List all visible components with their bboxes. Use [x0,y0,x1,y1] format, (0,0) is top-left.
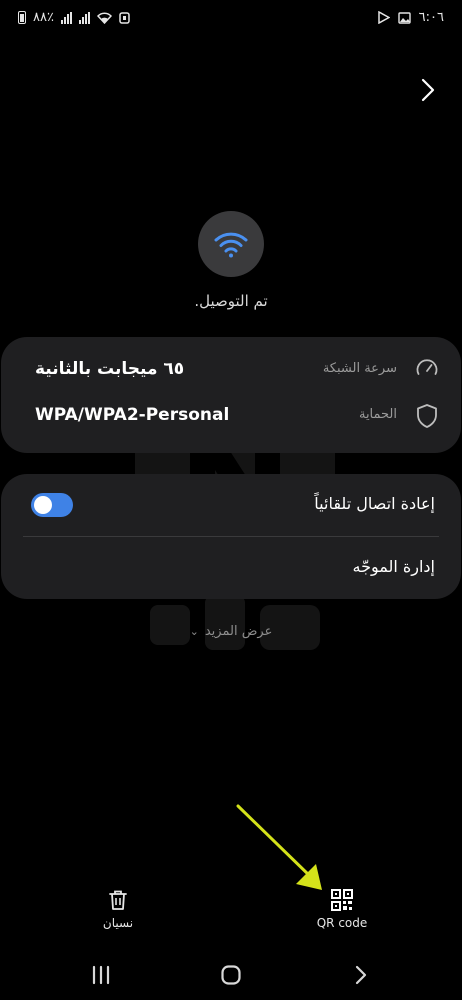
gallery-icon [397,11,411,24]
status-right: ٦:٠٦ [377,10,444,25]
speed-row: ٦٥ ميجابت بالثانية سرعة الشبكة [1,347,461,393]
security-row: WPA/WPA2-Personal الحماية [1,393,461,439]
status-bar: ٨٨٪ ٦:٠٦ [0,0,462,36]
battery-percentage: ٨٨٪ [33,10,54,25]
chevron-right-icon[interactable] [416,76,440,104]
wifi-status-icon [96,11,112,24]
trash-icon [106,888,130,912]
back-icon[interactable] [346,962,376,988]
home-icon[interactable] [216,962,246,988]
wifi-icon [198,211,264,277]
manage-router-label: إدارة الموجّه [352,557,435,576]
signal-icon [60,11,72,24]
speedometer-icon [415,357,439,383]
alarm-icon [119,12,130,24]
shield-icon [415,403,439,429]
security-value: WPA/WPA2-Personal [35,405,230,425]
qr-code-label: QR code [316,916,368,930]
recents-icon[interactable] [86,962,116,988]
chevron-down-icon: ⌄ [189,625,199,638]
show-more-button[interactable]: عرض المزيد ⌄ [0,624,462,639]
forget-label: نسيان [102,916,134,930]
forget-button[interactable]: نسيان [73,888,163,940]
auto-reconnect-row[interactable]: إعادة اتصال تلقائياً [1,474,461,536]
network-info-card: ٦٥ ميجابت بالثانية سرعة الشبكة WPA/WPA2-… [1,337,461,453]
security-label: الحماية [358,407,397,422]
status-left: ٨٨٪ [18,10,130,25]
show-more-label: عرض المزيد [204,624,273,639]
auto-reconnect-label: إعادة اتصال تلقائياً [314,494,435,513]
navigation-bar [0,950,462,1000]
speed-label: سرعة الشبكة [322,361,397,376]
battery-icon [18,11,26,24]
manage-router-row[interactable]: إدارة الموجّه [1,537,461,599]
connection-status: تم التوصيل. [194,292,268,310]
qr-code-button[interactable]: QR code [297,888,387,940]
clock: ٦:٠٦ [418,10,444,25]
network-settings-card: إعادة اتصال تلقائياً إدارة الموجّه [1,474,461,599]
toggle-knob [34,496,52,514]
auto-reconnect-toggle[interactable] [31,493,73,517]
signal-icon-2 [78,11,90,24]
speed-value: ٦٥ ميجابت بالثانية [35,359,185,379]
annotation-arrow [236,804,322,890]
qr-code-icon [330,888,354,912]
play-store-icon [377,11,390,24]
